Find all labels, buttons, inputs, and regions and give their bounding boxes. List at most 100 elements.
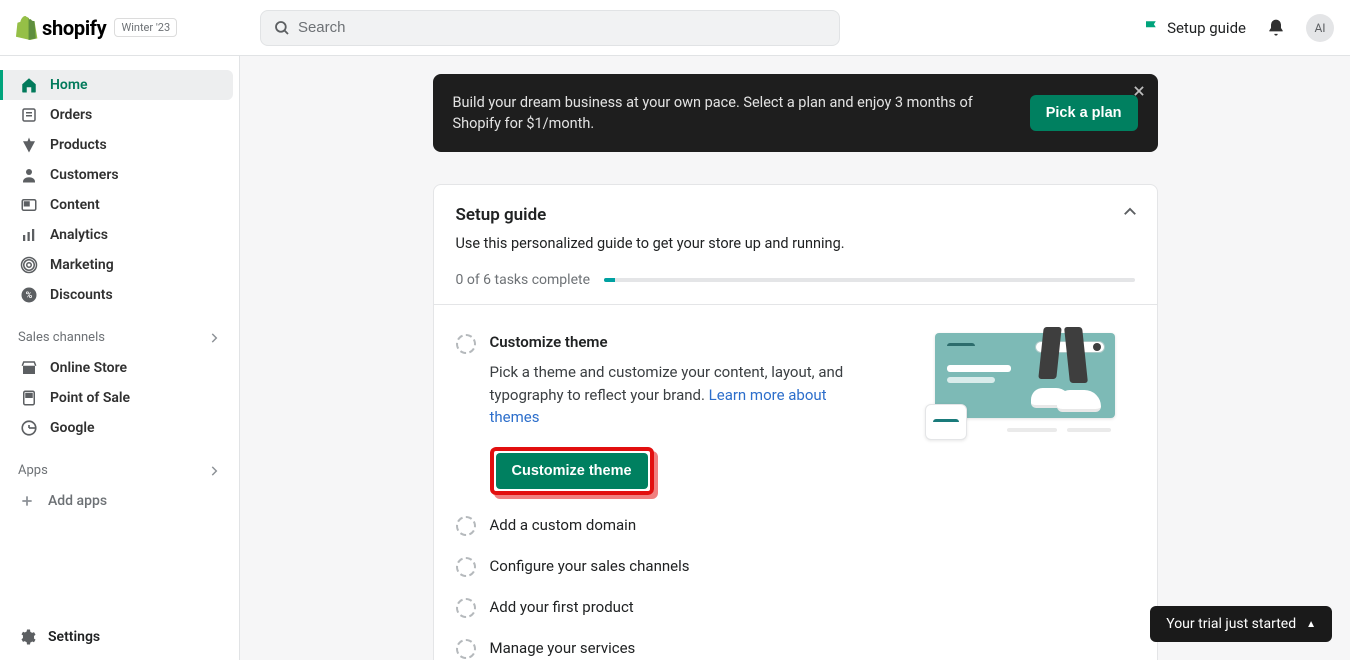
notifications-button[interactable]: [1266, 18, 1286, 38]
analytics-icon: [20, 226, 38, 244]
task-manage-your-services[interactable]: Manage your services: [456, 628, 1135, 660]
bell-icon: [1266, 18, 1286, 38]
cta-highlight-box: Customize theme: [490, 447, 654, 495]
task-configure-your-sales-channels[interactable]: Configure your sales channels: [456, 546, 1135, 587]
nav-list: Home Orders Products Customers Content Analyt…: [0, 70, 239, 310]
flag-icon: [1143, 19, 1161, 37]
task-title: Customize theme: [490, 333, 935, 351]
main: Build your dream business at your own pa…: [240, 56, 1350, 660]
plus-icon: [18, 494, 36, 508]
nav-item-label: Discounts: [50, 287, 113, 303]
progress-text: 0 of 6 tasks complete: [456, 272, 591, 288]
task-add-your-first-product[interactable]: Add your first product: [456, 587, 1135, 628]
channel-item-label: Point of Sale: [50, 390, 130, 406]
task-status-indicator: [456, 557, 476, 577]
google-icon: [20, 419, 38, 437]
discounts-icon: %: [20, 286, 38, 304]
nav-item-label: Home: [50, 77, 88, 93]
apps-header[interactable]: Apps: [0, 443, 239, 486]
customize-theme-button[interactable]: Customize theme: [496, 453, 648, 489]
sales-channels-header[interactable]: Sales channels: [0, 310, 239, 353]
nav-item-label: Content: [50, 197, 100, 213]
setup-guide-link[interactable]: Setup guide: [1143, 19, 1246, 37]
trial-toast[interactable]: Your trial just started ▲: [1150, 606, 1332, 642]
plan-banner: Build your dream business at your own pa…: [433, 74, 1158, 152]
add-apps-label: Add apps: [48, 493, 107, 509]
search-wrap: [260, 10, 840, 46]
logo-group: shopify Winter '23: [16, 16, 260, 40]
caret-up-icon: ▲: [1306, 619, 1316, 630]
edition-badge[interactable]: Winter '23: [114, 18, 177, 37]
cta-wrap: Customize theme: [490, 447, 935, 495]
close-icon: [1132, 84, 1146, 98]
task-status-indicator: [456, 334, 476, 354]
channel-item-label: Google: [50, 420, 95, 436]
search-icon: [273, 19, 291, 37]
products-icon: [20, 136, 38, 154]
channel-list: Online Store Point of Sale Google: [0, 353, 239, 443]
add-apps-button[interactable]: Add apps: [0, 486, 239, 516]
svg-text:%: %: [26, 291, 33, 301]
channel-item-online-store[interactable]: Online Store: [6, 353, 233, 383]
shopify-logo[interactable]: shopify: [16, 16, 106, 40]
content-icon: [20, 196, 38, 214]
onlinestore-icon: [20, 359, 38, 377]
nav-item-orders[interactable]: Orders: [6, 100, 233, 130]
card-title: Setup guide: [456, 205, 1135, 225]
home-icon: [20, 76, 38, 94]
marketing-icon: [20, 256, 38, 274]
brand-text: shopify: [42, 16, 106, 40]
task-title: Add your first product: [490, 598, 634, 616]
sales-channels-label: Sales channels: [18, 330, 105, 345]
setup-guide-card: Setup guide Use this personalized guide …: [433, 184, 1158, 660]
progress-bar: [604, 278, 1134, 282]
collapse-button[interactable]: [1121, 203, 1139, 221]
progress-row: 0 of 6 tasks complete: [456, 272, 1135, 288]
settings-button[interactable]: Settings: [0, 614, 239, 660]
task-status-indicator: [456, 516, 476, 536]
account-menu[interactable]: AI: [1306, 14, 1334, 42]
nav-item-label: Customers: [50, 167, 119, 183]
topbar: shopify Winter '23 Setup guide AI: [0, 0, 1350, 56]
task-title: Manage your services: [490, 639, 636, 657]
channel-item-label: Online Store: [50, 360, 127, 376]
settings-label: Settings: [48, 629, 100, 645]
nav-item-products[interactable]: Products: [6, 130, 233, 160]
channel-item-point-of-sale[interactable]: Point of Sale: [6, 383, 233, 413]
banner-text: Build your dream business at your own pa…: [453, 92, 1012, 134]
topbar-right: Setup guide AI: [1143, 14, 1334, 42]
illustration-theme-icon: [935, 333, 1115, 418]
chevron-up-icon: [1121, 203, 1139, 221]
main-inner: Build your dream business at your own pa…: [433, 74, 1158, 660]
search-input[interactable]: [298, 19, 827, 36]
nav-item-customers[interactable]: Customers: [6, 160, 233, 190]
nav-item-label: Products: [50, 137, 107, 153]
task-add-a-custom-domain[interactable]: Add a custom domain: [456, 505, 1135, 546]
nav-item-label: Orders: [50, 107, 92, 123]
pick-plan-button[interactable]: Pick a plan: [1030, 95, 1138, 131]
setup-guide-link-label: Setup guide: [1167, 19, 1246, 37]
sidebar: Home Orders Products Customers Content Analyt…: [0, 56, 240, 660]
progress-bar-fill: [604, 278, 615, 282]
orders-icon: [20, 106, 38, 124]
banner-close-button[interactable]: [1132, 84, 1146, 98]
task-title: Configure your sales channels: [490, 557, 690, 575]
apps-label: Apps: [18, 463, 48, 478]
avatar-initials: AI: [1314, 21, 1325, 35]
pos-icon: [20, 389, 38, 407]
customers-icon: [20, 166, 38, 184]
task-body: Customize theme Pick a theme and customi…: [490, 333, 935, 495]
task-customize-theme[interactable]: Customize theme Pick a theme and customi…: [456, 323, 1135, 505]
task-status-indicator: [456, 639, 476, 659]
nav-item-marketing[interactable]: Marketing: [6, 250, 233, 280]
body: Home Orders Products Customers Content Analyt…: [0, 56, 1350, 660]
nav-item-discounts[interactable]: % Discounts: [6, 280, 233, 310]
channel-item-google[interactable]: Google: [6, 413, 233, 443]
search-box[interactable]: [260, 10, 840, 46]
trial-toast-text: Your trial just started: [1166, 616, 1296, 632]
nav-item-content[interactable]: Content: [6, 190, 233, 220]
nav-item-home[interactable]: Home: [0, 70, 233, 100]
nav-item-analytics[interactable]: Analytics: [6, 220, 233, 250]
task-status-indicator: [456, 598, 476, 618]
card-subtitle: Use this personalized guide to get your …: [456, 235, 1135, 252]
